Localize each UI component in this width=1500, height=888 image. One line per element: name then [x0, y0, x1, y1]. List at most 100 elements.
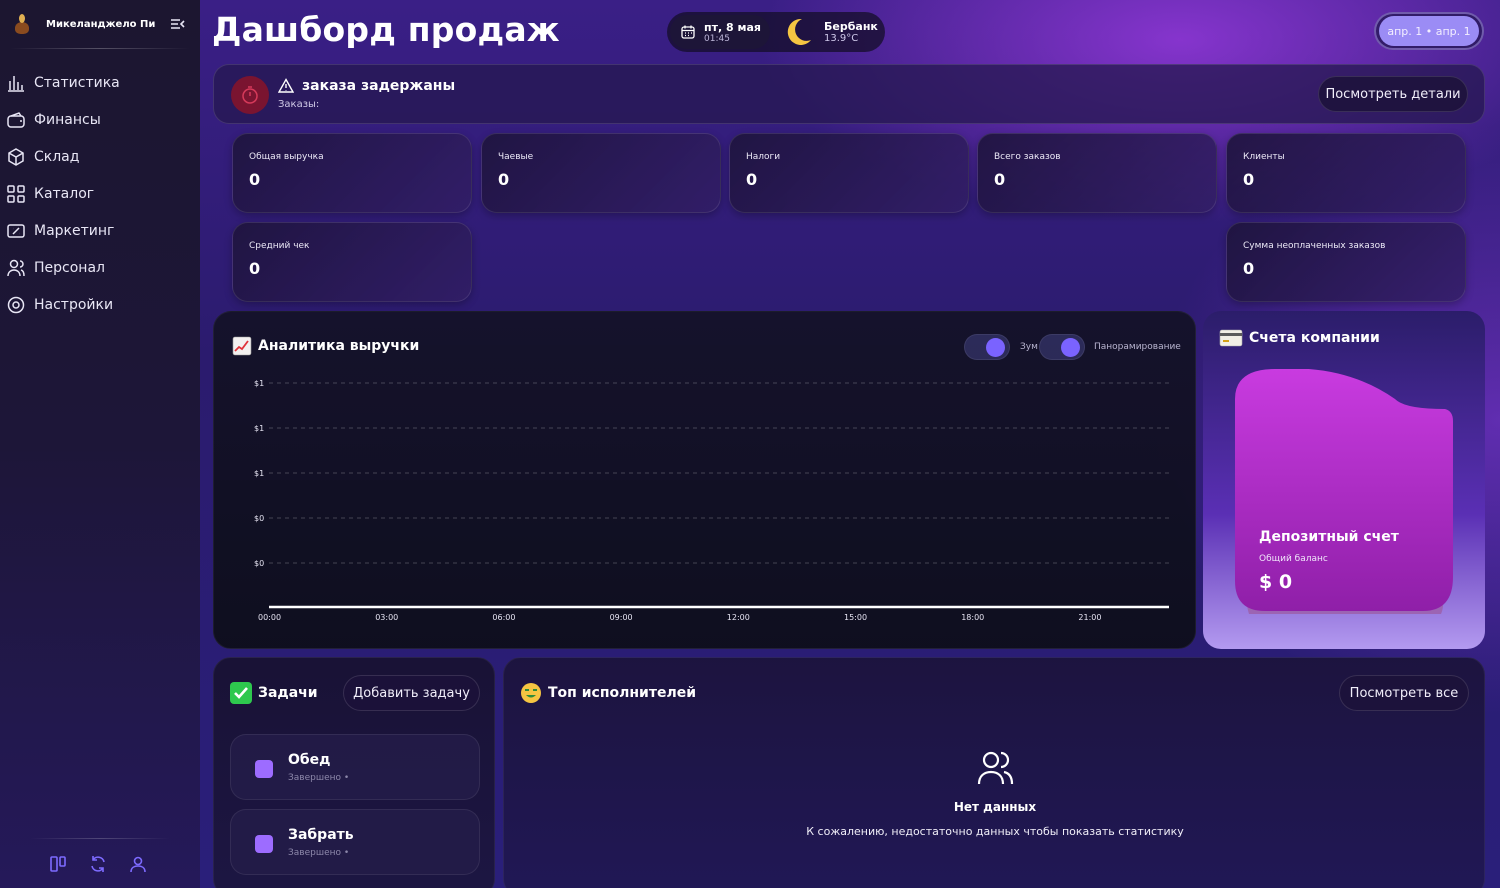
empty-state-text: К сожалению, недостаточно данных чтобы п… [806, 825, 1184, 838]
ticket-icon [7, 223, 25, 238]
delayed-orders-alert: заказа задержаны Заказы: Посмотреть дета… [213, 64, 1485, 124]
stat-card-taxes[interactable]: Налоги 0 [729, 133, 969, 213]
sidebar-nav: Статистика Финансы Склад Каталог Маркети… [6, 64, 196, 323]
sidebar-divider [10, 48, 190, 49]
profile-icon[interactable] [128, 854, 148, 874]
layout-icon[interactable] [48, 854, 68, 874]
sidebar-item-label: Маркетинг [34, 222, 115, 239]
stat-value: 0 [1243, 259, 1255, 278]
timer-badge [231, 76, 269, 114]
stat-card-orders[interactable]: Всего заказов 0 [977, 133, 1217, 213]
balance-value: $ 0 [1259, 571, 1293, 593]
user-avatar[interactable] [12, 12, 32, 36]
x-tick-label: 03:00 [375, 613, 398, 622]
y-tick-label: $0 [254, 514, 264, 523]
sidebar-item-statistics[interactable]: Статистика [6, 64, 196, 101]
calendar-icon [681, 25, 695, 39]
sidebar-footer [48, 854, 148, 874]
stat-card-revenue[interactable]: Общая выручка 0 [232, 133, 472, 213]
money-face-icon [521, 683, 541, 703]
revenue-chart[interactable]: $1 $1 $1 $0 $0 00:00 03:00 06:00 09:00 12:00 15:00… [214, 312, 1197, 650]
user-name[interactable]: Микеланджело Пи... [46, 19, 156, 30]
stat-value: 0 [746, 170, 758, 189]
stat-card-clients[interactable]: Клиенты 0 [1226, 133, 1466, 213]
box-icon [8, 147, 24, 166]
alert-subtitle: Заказы: [278, 99, 320, 110]
refresh-icon[interactable] [88, 854, 108, 874]
empty-state-title: Нет данных [953, 800, 1037, 814]
date-display: пт, 8 мая 01:45 [670, 15, 770, 49]
tasks-card: Задачи Добавить задачу Обед Завершено • … [213, 657, 495, 888]
task-item[interactable]: Обед Завершено • [230, 734, 480, 800]
wallet-icon [7, 111, 25, 128]
date-weather-widget[interactable]: пт, 8 мая 01:45 Бербанк 13.9°C [667, 12, 885, 52]
grid-icon [7, 184, 25, 203]
sidebar: Микеланджело Пи... Статистика Финансы Ск… [0, 0, 200, 888]
x-tick-label: 12:00 [727, 613, 750, 622]
sidebar-header: Микеланджело Пи... [12, 10, 188, 38]
top-title: Топ исполнителей [520, 682, 696, 704]
top-performers-card: Топ исполнителей Посмотреть все Нет данн… [503, 657, 1485, 888]
view-details-button[interactable]: Посмотреть детали [1318, 76, 1468, 112]
task-status: Завершено • [288, 848, 350, 858]
sidebar-item-label: Настройки [34, 296, 114, 313]
sidebar-item-warehouse[interactable]: Склад [6, 138, 196, 175]
stat-label: Клиенты [1243, 152, 1285, 162]
weather-city: Бербанк [824, 20, 878, 33]
users-icon [977, 751, 1014, 785]
stat-value: 0 [249, 259, 261, 278]
task-item[interactable]: Забрать Завершено • [230, 809, 480, 875]
bar-chart-icon [8, 75, 24, 92]
task-checkbox[interactable] [255, 760, 273, 778]
credit-card-icon [1219, 329, 1243, 347]
stat-value: 0 [994, 170, 1006, 189]
sidebar-item-label: Персонал [34, 259, 105, 276]
moon-icon [787, 18, 811, 45]
y-tick-label: $1 [254, 379, 264, 388]
users-icon [7, 259, 25, 276]
sidebar-item-label: Статистика [34, 74, 120, 91]
task-title: Обед [288, 752, 331, 768]
stat-card-tips[interactable]: Чаевые 0 [481, 133, 721, 213]
account-name: Депозитный счет [1259, 529, 1399, 545]
add-task-button[interactable]: Добавить задачу [343, 675, 480, 711]
collapse-menu-icon[interactable] [168, 14, 188, 34]
task-checkbox[interactable] [255, 835, 273, 853]
x-tick-label: 21:00 [1078, 613, 1101, 622]
weather-temp: 13.9°C [824, 33, 859, 44]
x-tick-label: 15:00 [844, 613, 867, 622]
view-all-button[interactable]: Посмотреть все [1339, 675, 1469, 711]
accounts-title: Счета компании [1219, 329, 1380, 347]
date-range-picker[interactable]: апр. 1 • апр. 1 [1374, 12, 1484, 50]
y-tick-label: $1 [254, 469, 264, 478]
sidebar-item-staff[interactable]: Персонал [6, 249, 196, 286]
sidebar-item-finance[interactable]: Финансы [6, 101, 196, 138]
tasks-title-text: Задачи [258, 685, 318, 701]
stat-label: Общая выручка [249, 152, 324, 162]
sidebar-item-marketing[interactable]: Маркетинг [6, 212, 196, 249]
balance-label: Общий баланс [1259, 554, 1328, 564]
stat-value: 0 [498, 170, 510, 189]
date-range-label: апр. 1 • апр. 1 [1379, 16, 1479, 46]
stat-label: Сумма неоплаченных заказов [1243, 241, 1386, 251]
x-tick-label: 09:00 [610, 613, 633, 622]
settings-icon [7, 296, 25, 313]
stopwatch-icon [242, 86, 258, 104]
y-tick-label: $1 [254, 424, 264, 433]
warning-icon [278, 78, 294, 93]
stat-value: 0 [249, 170, 261, 189]
stat-card-unpaid[interactable]: Сумма неоплаченных заказов 0 [1226, 222, 1466, 302]
x-tick-label: 06:00 [492, 613, 515, 622]
sidebar-item-label: Склад [34, 148, 80, 165]
tasks-title: Задачи [230, 682, 318, 704]
stat-label: Чаевые [498, 152, 534, 162]
stat-value: 0 [1243, 170, 1255, 189]
sidebar-item-label: Каталог [34, 185, 95, 202]
stat-card-average-check[interactable]: Средний чек 0 [232, 222, 472, 302]
sidebar-footer-divider [30, 838, 170, 839]
time-text: 01:45 [704, 33, 730, 44]
sidebar-item-settings[interactable]: Настройки [6, 286, 196, 323]
sidebar-item-catalog[interactable]: Каталог [6, 175, 196, 212]
task-status: Завершено • [288, 773, 350, 783]
date-text: пт, 8 мая [704, 20, 761, 34]
